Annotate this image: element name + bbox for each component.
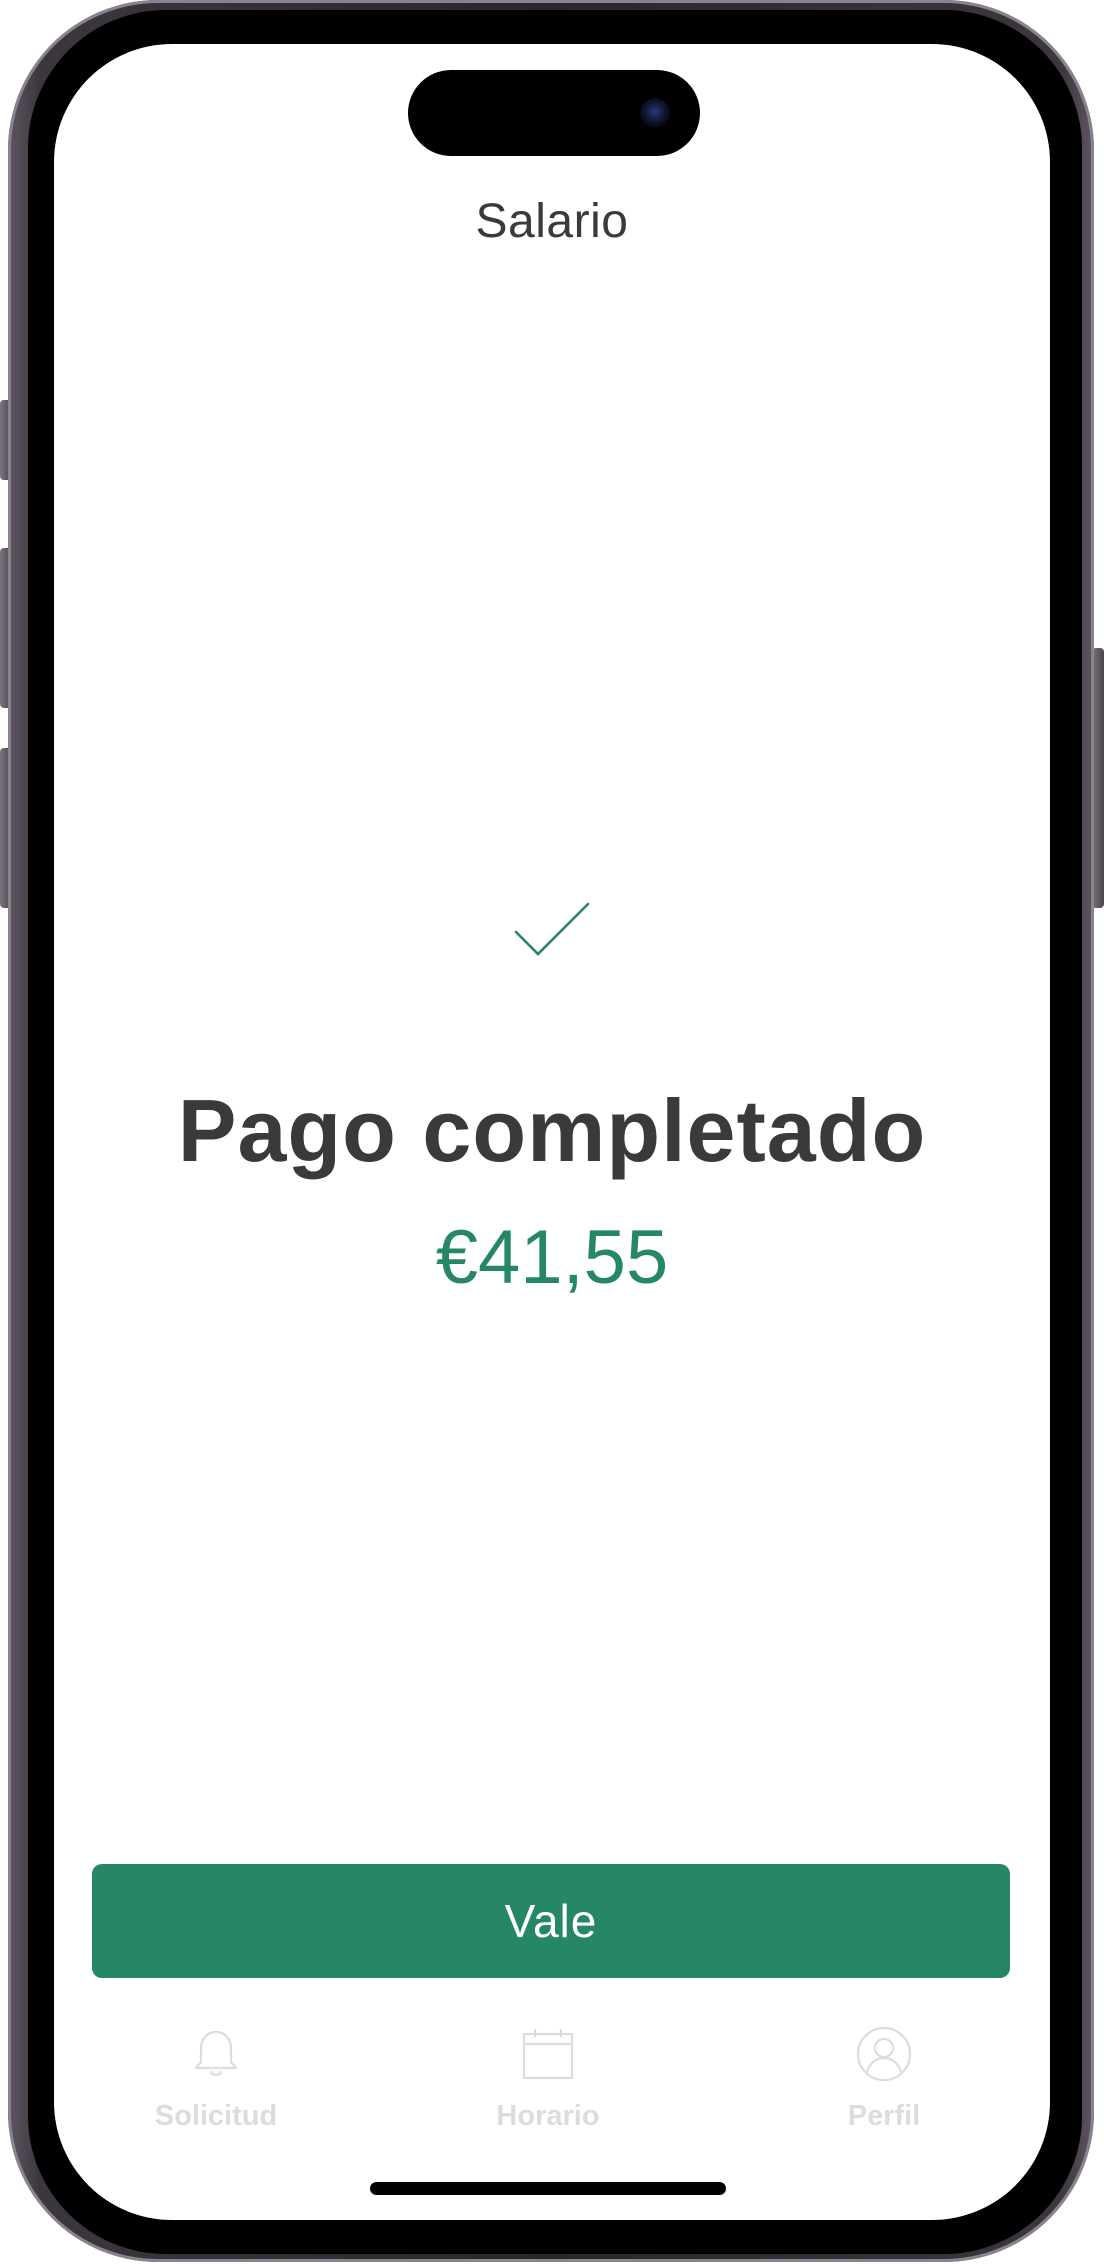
payment-status-headline: Pago completado [177,1081,927,1180]
tab-horario-label: Horario [496,2100,600,2132]
device-stage: Salario Pago completado €41,55 Vale Soli… [0,0,1104,2264]
bell-icon [194,2030,238,2077]
tab-solicitud-label: Solicitud [154,2100,278,2132]
home-indicator[interactable] [370,2182,726,2195]
ok-button[interactable]: Vale [92,1864,1010,1978]
front-camera-icon [640,98,670,128]
user-icon [856,2026,912,2082]
tab-perfil-label: Perfil [847,2100,921,2132]
app-screen: Salario Pago completado €41,55 Vale Soli… [54,44,1050,2220]
payment-amount: €41,55 [435,1215,669,1300]
page-title: Salario [475,195,629,248]
tab-perfil[interactable]: Perfil [784,2024,984,2133]
calendar-icon [522,2029,574,2080]
checkmark-icon [514,902,590,956]
dynamic-island [408,70,700,156]
tab-horario[interactable]: Horario [448,2024,648,2133]
tab-solicitud[interactable]: Solicitud [116,2024,316,2133]
tab-bar: Solicitud Horario Perfil [54,2024,1050,2144]
